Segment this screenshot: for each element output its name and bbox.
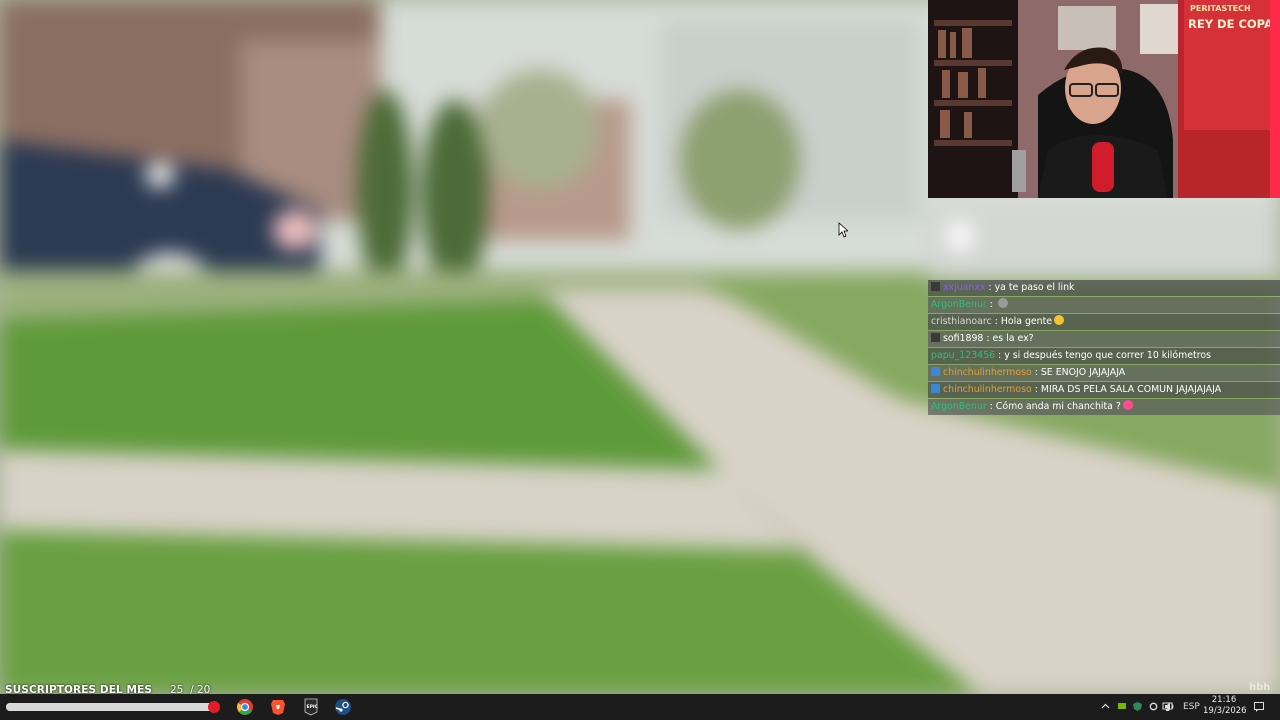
chat-text: MIRA DS PELA SALA COMUN JAJAJAJAJA bbox=[1040, 384, 1222, 395]
chat-username: sofi1898 bbox=[943, 333, 984, 344]
chat-message: papu_123456 : y si después tengo que cor… bbox=[928, 348, 1280, 364]
chat-message: chinchulinhermoso : MIRA DS PELA SALA CO… bbox=[928, 382, 1280, 398]
chat-username: cristhianoarc bbox=[931, 316, 992, 327]
chat-text: y si después tengo que correr 10 kilómet… bbox=[1004, 350, 1211, 361]
chat-overlay: xxjuanxx : ya te paso el link ArgonBenur … bbox=[928, 280, 1280, 416]
chat-text: Hola gente bbox=[1000, 316, 1053, 327]
mouse-cursor-icon bbox=[838, 222, 848, 238]
banner-top-text: PERITASTECH bbox=[1190, 4, 1251, 13]
tray-language[interactable]: ESP bbox=[1183, 702, 1200, 712]
chat-separator: : bbox=[995, 350, 1005, 361]
chat-username: ArgonBenur bbox=[931, 299, 987, 310]
emote-pink-icon bbox=[1122, 400, 1133, 410]
chat-text: Cómo anda mi chanchita ? bbox=[995, 401, 1121, 412]
banner-main-text: REY DE COPAS bbox=[1188, 17, 1280, 31]
chat-text: SE ENOJO JAJAJAJA bbox=[1040, 367, 1126, 378]
notifications-icon[interactable] bbox=[1253, 701, 1265, 713]
chat-separator: : bbox=[983, 333, 993, 344]
chat-message: ArgonBenur : bbox=[928, 297, 1280, 313]
chat-text: ya te paso el link bbox=[994, 282, 1075, 293]
subs-progress-fill bbox=[6, 703, 212, 711]
chat-separator: : bbox=[1031, 384, 1041, 395]
chat-message: cristhianoarc : Hola gente bbox=[928, 314, 1280, 330]
tray-nvidia-icon[interactable] bbox=[1117, 701, 1127, 711]
sub-badge-icon bbox=[931, 384, 940, 393]
chat-separator: : bbox=[986, 401, 996, 412]
chat-username: xxjuanxx bbox=[943, 282, 986, 293]
tray-shield-icon[interactable] bbox=[1132, 701, 1143, 712]
chat-message: sofi1898 : es la ex? bbox=[928, 331, 1280, 347]
tray-volume-icon[interactable] bbox=[1164, 701, 1176, 712]
chat-username: papu_123456 bbox=[931, 350, 996, 361]
sub-badge-icon bbox=[931, 367, 940, 376]
svg-text:EPIC: EPIC bbox=[307, 704, 319, 710]
chat-username: chinchulinhermoso bbox=[943, 384, 1032, 395]
tray-settings-icon[interactable] bbox=[1148, 701, 1159, 712]
mod-badge-icon bbox=[931, 282, 940, 291]
chat-username: ArgonBenur bbox=[931, 401, 987, 412]
epic-games-icon[interactable]: EPIC bbox=[301, 697, 321, 717]
emote-yellow-icon bbox=[1054, 315, 1065, 325]
chat-separator: : bbox=[991, 316, 1001, 327]
tray-chevron-up-icon[interactable] bbox=[1101, 702, 1110, 711]
chat-message: xxjuanxx : ya te paso el link bbox=[928, 280, 1280, 296]
chrome-icon[interactable] bbox=[235, 697, 255, 717]
chat-text: es la ex? bbox=[992, 333, 1034, 344]
tray-date: 19/3/2026 bbox=[1203, 706, 1247, 716]
chat-username: chinchulinhermoso bbox=[943, 367, 1032, 378]
chat-separator: : bbox=[985, 282, 995, 293]
tray-clock[interactable]: 21:16 19/3/2026 bbox=[1203, 695, 1247, 717]
webcam-feed: PERITASTECH REY DE COPAS bbox=[928, 0, 1280, 198]
chat-separator: : bbox=[1031, 367, 1041, 378]
emote-gray-icon bbox=[997, 298, 1008, 308]
tray-time: 21:16 bbox=[1211, 695, 1237, 705]
watermark: hbh bbox=[1249, 682, 1271, 693]
subs-progress-end bbox=[208, 701, 220, 713]
chat-message: ArgonBenur : Cómo anda mi chanchita ? bbox=[928, 399, 1280, 415]
chat-message: chinchulinhermoso : SE ENOJO JAJAJAJA bbox=[928, 365, 1280, 381]
steam-icon[interactable] bbox=[333, 697, 353, 717]
chat-separator: : bbox=[986, 299, 996, 310]
brave-icon[interactable] bbox=[268, 697, 288, 717]
mod-badge-icon bbox=[931, 333, 940, 342]
